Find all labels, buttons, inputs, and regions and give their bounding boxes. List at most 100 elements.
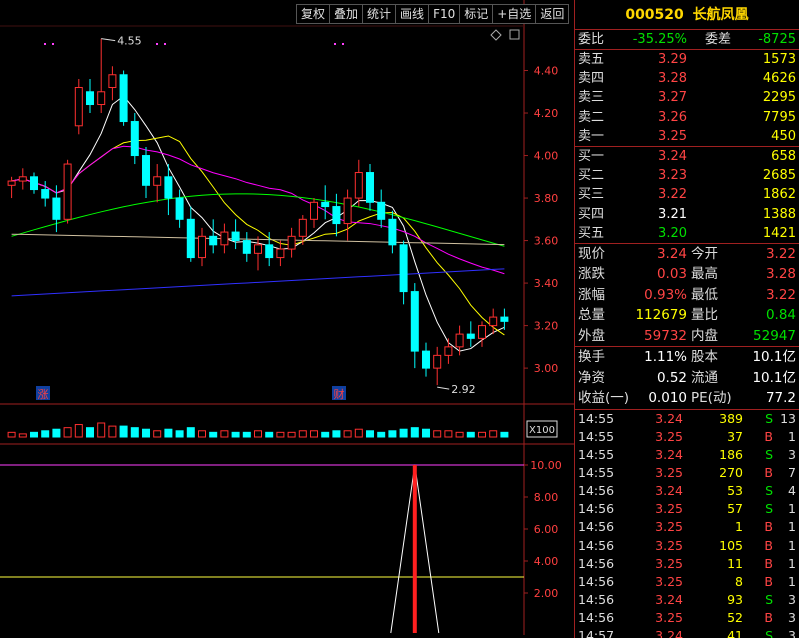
candle-body — [186, 218, 195, 259]
toolbar-btn-5[interactable]: 标记 — [459, 4, 493, 24]
stat-label: 最高 — [691, 266, 718, 283]
ma120-line — [11, 268, 505, 297]
toolbar-btn-4[interactable]: F10 — [428, 4, 460, 24]
toolbar-btn-6[interactable]: +自选 — [492, 4, 536, 24]
stat-value: 3.22 — [765, 286, 796, 303]
bid-row: 买二 3.23 2685 — [575, 166, 799, 185]
tick-side: S — [765, 501, 773, 517]
candle-body — [63, 163, 72, 220]
toolbar-btn-7[interactable]: 返回 — [535, 4, 570, 24]
stat-value: 0.84 — [765, 307, 796, 324]
stat-value: 10.1亿 — [752, 369, 796, 386]
chart-area[interactable]: 4.40 4.20 4.00 3.80 3.60 3.40 3.20 3.00 4.55 2.92… — [0, 0, 574, 638]
tick-price: 3.25 — [655, 428, 683, 444]
volume-bar — [7, 431, 16, 438]
tick-time: 14:55 — [578, 410, 615, 426]
ask-volume: 1573 — [762, 52, 796, 67]
ask-row: 卖一 3.25 450 — [575, 127, 799, 146]
tick-list[interactable]: 14:55 3.24 389 S 13 14:55 3.25 37 B 1 14:55 3.24 186… — [575, 410, 799, 638]
volume-bar — [321, 431, 330, 438]
volume-bar — [343, 430, 352, 438]
bid-row: 买一 3.24 658 — [575, 147, 799, 166]
price-axis-label: 3.80 — [534, 192, 559, 205]
volume-bar — [500, 431, 509, 438]
price-axis-label: 4.20 — [534, 107, 559, 120]
candle-body — [332, 206, 341, 225]
ask-price: 3.27 — [658, 90, 687, 106]
candle-body — [97, 91, 106, 106]
chart-toolbar: 复权 叠加 统计 画线 F10 标记 +自选 返回 — [296, 4, 570, 24]
tick-price: 3.25 — [655, 465, 683, 481]
stock-code: 000520 — [625, 7, 684, 23]
bid-volume: 1862 — [762, 187, 796, 203]
volume-bar — [186, 427, 195, 438]
weibi-value: -35.25% — [632, 32, 687, 47]
ind-spike-bar — [412, 465, 417, 633]
stat-label: 股本 — [691, 349, 718, 366]
tick-time: 14:56 — [578, 555, 615, 571]
volume-bar — [377, 431, 386, 438]
ind-axis-label: 2.00 — [534, 587, 559, 600]
stat-label: 量比 — [691, 307, 718, 324]
toolbar-btn-1[interactable]: 叠加 — [329, 4, 363, 24]
toolbar-btn-2[interactable]: 统计 — [362, 4, 396, 24]
stat-label: 收益(一) — [578, 390, 630, 407]
bid-row: 买四 3.21 1388 — [575, 205, 799, 224]
tick-price: 3.24 — [655, 628, 683, 638]
volume-bar — [153, 430, 162, 438]
candle-body — [209, 235, 218, 246]
indicator-chart[interactable]: 10.00 8.00 6.00 4.00 2.00 — [0, 445, 574, 635]
ask-label: 卖五 — [578, 52, 605, 67]
price-chart[interactable]: 4.40 4.20 4.00 3.80 3.60 3.40 3.20 3.00 4.55 2.92… — [0, 0, 574, 405]
ask-row: 卖三 3.27 2295 — [575, 88, 799, 107]
volume-bar — [422, 428, 430, 438]
candle-body — [142, 155, 150, 186]
volume-bar — [209, 431, 218, 438]
tick-price: 3.24 — [655, 483, 683, 499]
volume-bar — [18, 433, 27, 438]
tick-time: 14:55 — [578, 428, 615, 444]
stat-value: 0.010 — [648, 390, 687, 407]
ask-label: 卖三 — [578, 90, 605, 106]
volume-bar — [41, 430, 50, 438]
volume-bar — [119, 425, 128, 438]
high-marker-line — [101, 38, 116, 42]
ask-label: 卖一 — [578, 128, 605, 144]
price-axis-label: 4.00 — [534, 150, 559, 163]
candle-body — [153, 176, 162, 186]
signal-dot — [52, 43, 54, 45]
tick-row: 14:56 3.25 105 B 1 — [575, 537, 799, 555]
tick-side: B — [764, 465, 773, 481]
tick-volume: 11 — [727, 555, 743, 571]
tick-side: B — [764, 609, 773, 625]
toolbar-btn-0[interactable]: 复权 — [296, 4, 330, 24]
bid-volume: 1421 — [762, 225, 796, 241]
volume-bar — [198, 430, 206, 438]
toolbar-btn-3[interactable]: 画线 — [395, 4, 429, 24]
tick-row: 14:55 3.24 389 S 13 — [575, 410, 799, 428]
stats-primary: 现价 3.24 今开 3.22 涨跌 0.03 最高 3.28 涨幅 0.93% 最低 3.22 总量 1… — [575, 244, 799, 348]
stat-label: 净资 — [578, 369, 605, 386]
tick-side: B — [764, 555, 773, 571]
stat-value: 3.22 — [765, 245, 796, 262]
stat-value: 0.52 — [656, 369, 687, 386]
volume-chart[interactable]: X100 — [0, 405, 574, 445]
volume-bar — [332, 430, 341, 438]
bid-label: 买三 — [578, 187, 605, 203]
ask-volume: 4626 — [762, 71, 796, 87]
tick-volume: 8 — [735, 573, 743, 589]
stat-value: 0.03 — [656, 266, 687, 283]
candle-body — [41, 189, 50, 199]
bid-volume: 2685 — [762, 168, 796, 184]
candle-body — [198, 235, 206, 259]
ind-axis-label: 8.00 — [534, 491, 559, 504]
candle-body — [254, 244, 262, 254]
tick-row: 14:55 3.25 270 B 7 — [575, 464, 799, 482]
volume-bar — [52, 428, 61, 438]
signal-dot — [156, 43, 158, 45]
event-tag-cai: 财 — [334, 387, 345, 401]
candle-body — [108, 74, 117, 89]
bid-label: 买五 — [578, 225, 605, 241]
tick-price: 3.24 — [655, 410, 683, 426]
tick-row: 14:55 3.24 186 S 3 — [575, 446, 799, 464]
